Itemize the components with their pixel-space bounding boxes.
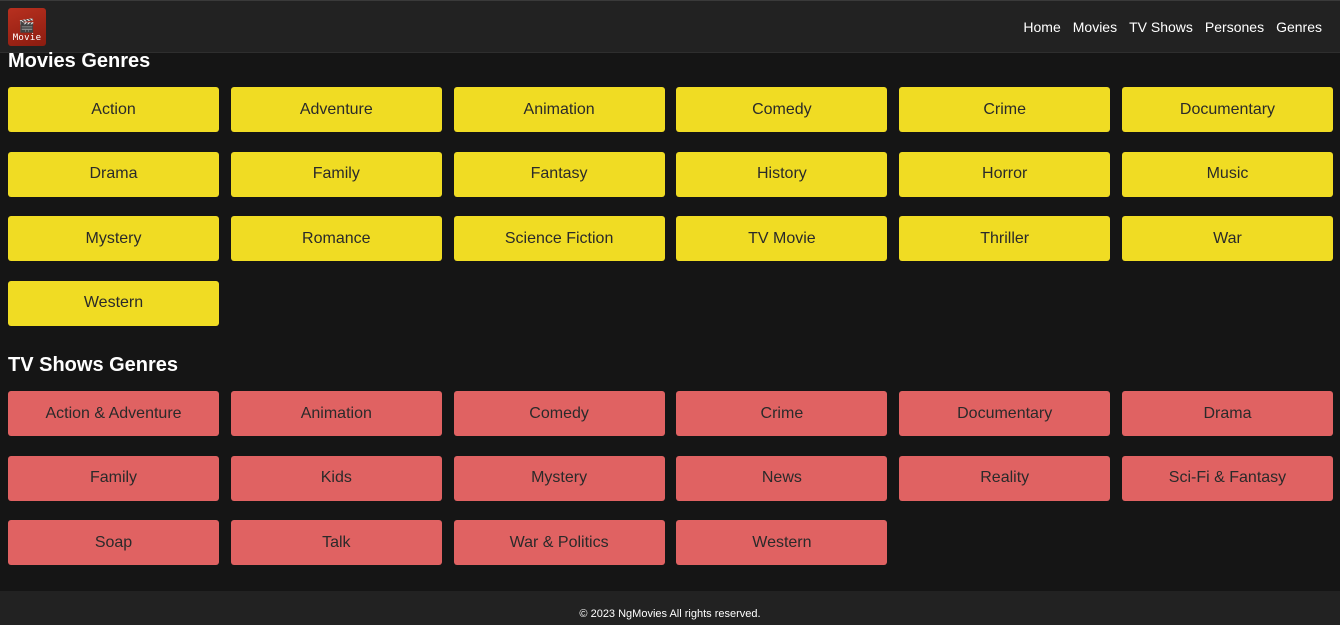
movie-genre-button[interactable]: Action [8, 87, 219, 132]
movie-genre-button[interactable]: Drama [8, 151, 219, 197]
tv-genre-button[interactable]: News [676, 455, 888, 501]
tv-genre-button[interactable]: Animation [230, 391, 442, 436]
nav-link-movies[interactable]: Movies [1073, 19, 1117, 35]
clapperboard-icon: 🎬 [18, 18, 36, 33]
footer: © 2023 NgMovies All rights reserved. [0, 591, 1340, 625]
copyright-text: © 2023 NgMovies All rights reserved. [579, 608, 761, 620]
movie-genre-button[interactable]: Family [230, 151, 442, 197]
logo-text: Movie [12, 33, 42, 43]
movie-genre-button[interactable]: War [1121, 216, 1333, 261]
tv-genre-button[interactable]: Family [8, 455, 219, 501]
movie-genre-button[interactable]: Horror [899, 151, 1111, 197]
tv-genres-grid: Action & Adventure Animation Comedy Crime Do… [8, 391, 1333, 565]
nav-link-home[interactable]: Home [1023, 19, 1060, 35]
tv-genre-button[interactable]: Sci-Fi & Fantasy [1121, 455, 1333, 501]
movie-genre-button[interactable]: Animation [453, 87, 665, 132]
tv-genre-button[interactable]: Drama [1121, 391, 1333, 436]
tv-genre-button[interactable]: Western [676, 520, 888, 565]
movies-genres-grid: Action Adventure Animation Comedy Crime Docum… [8, 87, 1333, 326]
nav-links: Home Movies TV Shows Persones Genres [1023, 1, 1322, 53]
tv-genre-button[interactable]: Talk [230, 520, 442, 565]
tv-genres-title: TV Shows Genres [8, 354, 179, 376]
movie-genre-button[interactable]: Music [1121, 151, 1333, 197]
movie-genre-button[interactable]: Thriller [899, 216, 1111, 261]
tv-genre-button[interactable]: Documentary [899, 391, 1111, 436]
tv-genre-button[interactable]: Comedy [453, 391, 665, 436]
movies-genres-title: Movies Genres [8, 50, 151, 72]
tv-genre-button[interactable]: Mystery [453, 455, 665, 501]
movie-genre-button[interactable]: TV Movie [676, 216, 888, 261]
movie-genre-button[interactable]: Adventure [230, 87, 442, 132]
movie-genre-button[interactable]: Fantasy [453, 151, 665, 197]
movie-genre-button[interactable]: Comedy [676, 87, 888, 132]
tv-genre-button[interactable]: Soap [8, 520, 219, 565]
movie-genre-button[interactable]: Mystery [8, 216, 219, 261]
navbar: 🎬 Movie Home Movies TV Shows Persones Ge… [0, 0, 1340, 53]
nav-link-tv-shows[interactable]: TV Shows [1129, 19, 1193, 35]
movie-genre-button[interactable]: Science Fiction [453, 216, 665, 261]
movie-genre-button[interactable]: Western [8, 280, 219, 326]
tv-genre-button[interactable]: Kids [230, 455, 442, 501]
nav-link-persones[interactable]: Persones [1205, 19, 1264, 35]
logo[interactable]: 🎬 Movie [8, 8, 46, 46]
tv-genre-button[interactable]: Action & Adventure [8, 391, 219, 436]
tv-genre-button[interactable]: Crime [676, 391, 888, 436]
movie-genre-button[interactable]: Documentary [1121, 87, 1333, 132]
movie-genre-button[interactable]: Romance [230, 216, 442, 261]
movie-genre-button[interactable]: Crime [899, 87, 1111, 132]
tv-genre-button[interactable]: Reality [899, 455, 1111, 501]
movie-genre-button[interactable]: History [676, 151, 888, 197]
nav-link-genres[interactable]: Genres [1276, 19, 1322, 35]
tv-genre-button[interactable]: War & Politics [453, 520, 665, 565]
